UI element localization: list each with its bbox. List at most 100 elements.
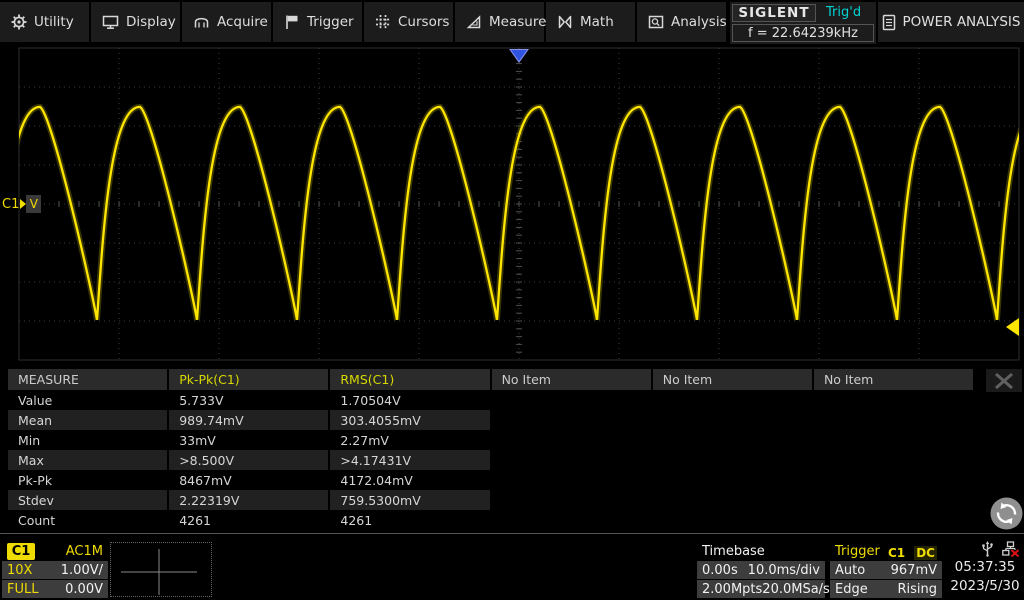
close-icon [995, 372, 1013, 389]
menu-acquire[interactable]: Acquire [182, 2, 273, 42]
measure-row-count: Count 4261 4261 [8, 510, 975, 530]
row-value: 33mV [179, 432, 216, 448]
menu-power-analysis-label: POWER ANALYSIS [902, 14, 1021, 30]
menu-trigger[interactable]: Trigger [273, 2, 364, 42]
menu-display-label: Display [126, 14, 176, 30]
timebase-title: Timebase [702, 543, 765, 559]
measure-row-pkpk: Pk-Pk 8467mV 4172.04mV [8, 470, 975, 490]
row-value: 4261 [179, 512, 211, 528]
trigger-mode: Auto [835, 562, 866, 578]
measure-col-pkpk[interactable]: Pk-Pk(C1) [169, 369, 329, 390]
menu-trigger-label: Trigger [307, 14, 354, 30]
measure-col-rms[interactable]: RMS(C1) [330, 369, 490, 390]
trigger-source: C1 [887, 545, 906, 560]
menu-math[interactable]: Math [546, 2, 637, 42]
flag-icon [286, 15, 298, 29]
channel-badge[interactable]: C1 [7, 542, 35, 560]
row-value: 8467mV [179, 472, 232, 488]
system-status-block: 05:37:35 2023/5/30 [946, 540, 1024, 596]
row-label: Count [18, 512, 56, 528]
cursors-icon [376, 15, 390, 29]
trigger-level: 967mV [890, 562, 937, 578]
document-icon [882, 14, 895, 30]
row-value: 2.27mV [340, 432, 389, 448]
measure-header-row: MEASURE Pk-Pk(C1) RMS(C1) No Item No Ite… [8, 369, 975, 390]
frequency-counter: f = 22.64239kHz [732, 24, 874, 42]
menu-utility[interactable]: Utility [0, 2, 91, 42]
channel-bandwidth: FULL [7, 581, 39, 597]
trigger-position-marker[interactable] [509, 49, 529, 63]
row-value: 989.74mV [169, 410, 329, 430]
crosshair-icon [121, 549, 197, 595]
magnifier-box-icon [648, 15, 664, 29]
trigger-coupling: DC [914, 545, 937, 560]
add-channel-slot[interactable] [110, 542, 212, 597]
row-value: 303.4055mV [330, 410, 490, 430]
row-label: Max [8, 450, 168, 470]
timebase-points: 2.00Mpts [702, 581, 763, 597]
trigger-block[interactable]: Trigger C1 DC Auto 967mV Edge Rising [830, 542, 942, 599]
row-value: 2.22319V [169, 490, 329, 510]
knob-circle [990, 497, 1023, 530]
menu-power-analysis[interactable]: POWER ANALYSIS [878, 2, 1024, 42]
channel-descriptor-c1[interactable]: C1 AC1M 10X 1.00V/ FULL 0.00V [2, 542, 108, 599]
bottom-bar: C1 AC1M 10X 1.00V/ FULL 0.00V Timebase 0… [0, 538, 1024, 600]
bowtie-icon [558, 15, 572, 29]
row-label: Min [18, 432, 41, 448]
menu-math-label: Math [580, 14, 614, 30]
row-label: Stdev [8, 490, 168, 510]
trigger-title: Trigger [835, 543, 880, 559]
lan-disconnected-icon [1002, 541, 1020, 557]
menu-cursors[interactable]: Cursors [364, 2, 455, 42]
row-value: 759.5300mV [330, 490, 490, 510]
measure-title: MEASURE [8, 369, 168, 390]
row-value: >4.17431V [330, 450, 490, 470]
trigger-type: Edge [835, 581, 868, 597]
siglent-logo: SIGLENT [732, 3, 816, 22]
menu-analysis-label: Analysis [671, 14, 727, 30]
gesture-knob-button[interactable] [988, 495, 1024, 532]
gear-icon [11, 14, 27, 30]
oscilloscope-screen: Utility Display Acquire Trigger Cursors … [0, 0, 1024, 600]
row-value: 5.733V [179, 392, 224, 408]
measure-col-noitem-1[interactable]: No Item [491, 369, 651, 390]
channel-offset-label: C1 [2, 196, 20, 212]
trigger-status-badge: Trig'd [826, 5, 862, 20]
channel-unit-label: V [26, 195, 42, 213]
row-label: Mean [8, 410, 168, 430]
timebase-block[interactable]: Timebase 0.00s 10.0ms/div 2.00Mpts 20.0M… [697, 542, 830, 599]
trigger-status-block: SIGLENT Trig'd f = 22.64239kHz [730, 2, 876, 44]
menu-bar: Utility Display Acquire Trigger Cursors … [0, 0, 1024, 44]
row-value: 4172.04mV [340, 472, 413, 488]
measure-panel: MEASURE Pk-Pk(C1) RMS(C1) No Item No Ite… [8, 369, 975, 530]
timebase-delay: 0.00s [702, 562, 738, 578]
channel-scale: 1.00V/ [60, 562, 103, 578]
menu-measure[interactable]: Measure [455, 2, 546, 42]
row-value: 4261 [340, 512, 373, 528]
row-label: Pk-Pk [18, 472, 53, 488]
trigger-slope: Rising [897, 581, 937, 597]
channel-probe: 10X [7, 562, 33, 578]
row-label: Value [18, 392, 53, 408]
measure-row-stdev: Stdev 2.22319V 759.5300mV [8, 490, 975, 510]
measure-row-value: Value 5.733V 1.70504V [8, 390, 975, 410]
system-date: 2023/5/30 [950, 578, 1020, 594]
channel-offset-marker[interactable]: C1 V [2, 195, 42, 213]
timebase-sample-rate: 20.0MSa/s [762, 581, 830, 597]
measure-close-button[interactable] [986, 369, 1022, 392]
menu-utility-label: Utility [34, 14, 74, 30]
menu-analysis[interactable]: Analysis [637, 2, 728, 42]
acquire-icon [194, 17, 209, 28]
timebase-scale: 10.0ms/div [747, 562, 820, 578]
measure-col-noitem-2[interactable]: No Item [652, 369, 812, 390]
measure-row-mean: Mean 989.74mV 303.4055mV [8, 410, 975, 430]
menu-display[interactable]: Display [91, 2, 182, 42]
waveform-display[interactable] [0, 44, 1024, 366]
measure-row-min: Min 33mV 2.27mV [8, 430, 975, 450]
row-value: 1.70504V [340, 392, 401, 408]
trigger-level-marker[interactable] [1006, 318, 1019, 337]
measure-col-noitem-3[interactable]: No Item [813, 369, 974, 390]
usb-icon [982, 541, 993, 557]
menu-cursors-label: Cursors [398, 14, 450, 30]
bottom-separator [0, 533, 1024, 534]
